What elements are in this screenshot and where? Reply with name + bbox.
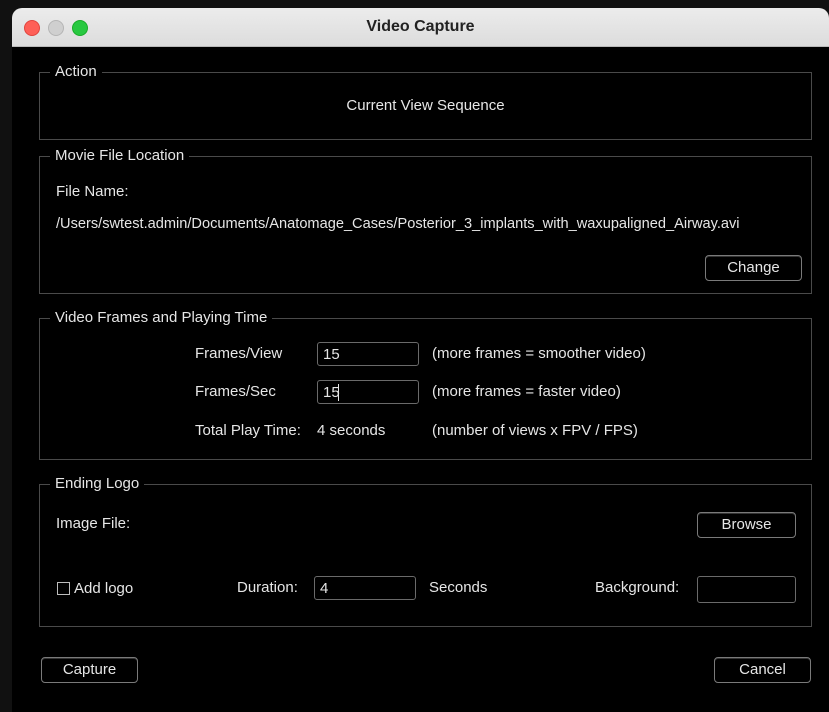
file-name-label: File Name: xyxy=(56,183,129,200)
ending-logo-legend: Ending Logo xyxy=(50,475,145,493)
frames-per-sec-label: Frames/Sec xyxy=(195,383,276,400)
frames-per-view-hint: (more frames = smoother video) xyxy=(432,345,646,362)
text-cursor xyxy=(338,384,339,401)
cancel-button[interactable]: Cancel xyxy=(714,657,811,683)
action-value: Current View Sequence xyxy=(346,97,505,114)
action-legend: Action xyxy=(50,63,102,81)
movie-file-location-legend: Movie File Location xyxy=(50,147,190,165)
add-logo-checkbox[interactable] xyxy=(57,582,70,595)
video-capture-window: Video Capture Action Current View Sequen… xyxy=(12,8,829,712)
image-file-label: Image File: xyxy=(56,515,131,532)
total-play-time-label: Total Play Time: xyxy=(195,422,301,439)
video-frames-legend: Video Frames and Playing Time xyxy=(50,309,273,327)
window-title: Video Capture xyxy=(366,18,475,35)
add-logo-label: Add logo xyxy=(74,580,134,597)
duration-label: Duration: xyxy=(237,579,298,596)
total-play-time-hint: (number of views x FPV / FPS) xyxy=(432,422,638,439)
file-path-value: /Users/swtest.admin/Documents/Anatomage_… xyxy=(56,216,740,232)
change-button[interactable]: Change xyxy=(705,255,802,281)
action-group: Action Current View Sequence xyxy=(39,63,812,140)
background-label: Background: xyxy=(595,579,680,596)
duration-input[interactable] xyxy=(314,576,416,600)
frames-per-view-label: Frames/View xyxy=(195,345,283,362)
title-bar: Video Capture xyxy=(12,8,829,47)
browse-button[interactable]: Browse xyxy=(697,512,796,538)
frames-per-sec-hint: (more frames = faster video) xyxy=(432,383,621,400)
video-frames-group: Video Frames and Playing Time Frames/Vie… xyxy=(39,309,812,460)
frames-per-sec-input[interactable] xyxy=(317,380,419,404)
ending-logo-group: Ending Logo Image File: Browse Add logo … xyxy=(39,475,812,627)
background-color-swatch[interactable] xyxy=(697,576,796,603)
total-play-time-value: 4 seconds xyxy=(317,422,386,439)
movie-file-location-group: Movie File Location File Name: /Users/sw… xyxy=(39,147,812,294)
capture-button[interactable]: Capture xyxy=(41,657,138,683)
seconds-label: Seconds xyxy=(429,579,488,596)
frames-per-view-input[interactable] xyxy=(317,342,419,366)
